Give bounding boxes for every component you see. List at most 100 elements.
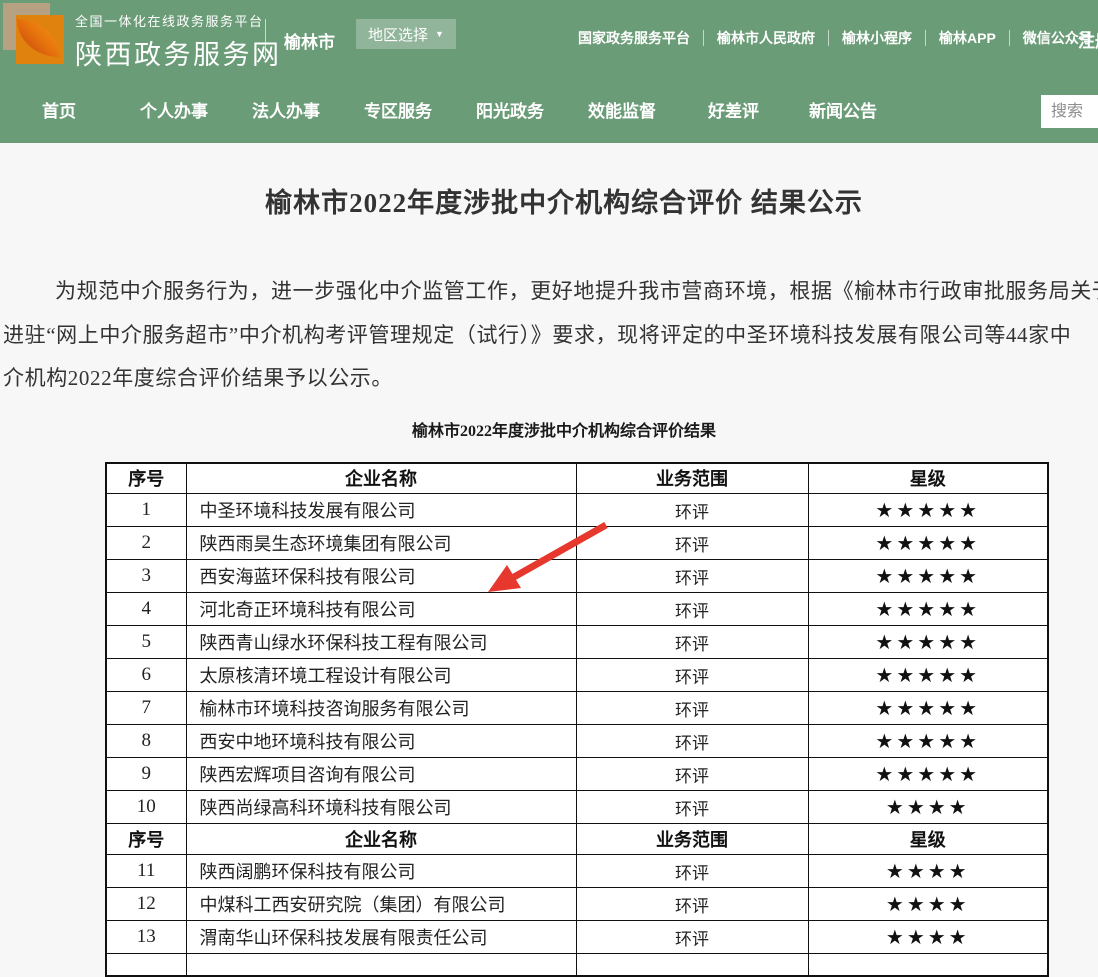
cell-company-name: 中圣环境科技发展有限公司	[186, 494, 576, 527]
evaluation-table: 序号 企业名称 业务范围 星级 1 中圣环境科技发展有限公司 环评 ★★★★★ …	[105, 462, 1049, 977]
cell-scope: 环评	[576, 560, 808, 593]
cell-no: 2	[106, 527, 186, 560]
table-row: 10 陕西尚绿高科环境科技有限公司 环评 ★★★★	[106, 791, 1048, 824]
paragraph-line: 为规范中介服务行为，进一步强化中介监管工作，更好地提升我市营商环境，根据《榆林市…	[3, 270, 1098, 314]
paragraph-line: 进驻“网上中介服务超市”中介机构考评管理规定（试行）》要求，现将评定的中圣环境科…	[3, 314, 1098, 358]
column-header-stars: 星级	[808, 463, 1048, 494]
column-header-no: 序号	[106, 824, 186, 855]
link-separator	[828, 30, 829, 46]
column-header-scope: 业务范围	[576, 463, 808, 494]
cell-star-rating: ★★★★★	[808, 593, 1048, 626]
cell-star-rating: ★★★★★	[808, 626, 1048, 659]
cell-company-name: 河北奇正环境科技有限公司	[186, 593, 576, 626]
cell-scope: 环评	[576, 921, 808, 954]
link-yulin-government[interactable]: 榆林市人民政府	[717, 28, 815, 48]
cell-star-rating: ★★★★	[808, 888, 1048, 921]
table-row: 5 陕西青山绿水环保科技工程有限公司 环评 ★★★★★	[106, 626, 1048, 659]
table-row: 6 太原核清环境工程设计有限公司 环评 ★★★★★	[106, 659, 1048, 692]
table-row: 9 陕西宏辉项目咨询有限公司 环评 ★★★★★	[106, 758, 1048, 791]
nav-item-zone-services[interactable]: 专区服务	[364, 97, 432, 122]
page: { "colors": { "header_green": "#6b9c78",…	[0, 0, 1098, 947]
header-links: 国家政务服务平台 榆林市人民政府 榆林小程序 榆林APP 微信公众号	[578, 0, 1093, 75]
region-selector-label: 地区选择	[368, 24, 428, 45]
register-link[interactable]: 注册	[1078, 27, 1098, 52]
column-header-name: 企业名称	[186, 824, 576, 855]
cell-star-rating: ★★★★★	[808, 659, 1048, 692]
paragraph-line: 介机构2022年度综合评价结果予以公示。	[3, 357, 1098, 401]
cell-company-name: 陕西阔鹏环保科技有限公司	[186, 855, 576, 888]
cell-scope: 环评	[576, 527, 808, 560]
page-title: 榆林市2022年度涉批中介机构综合评价 结果公示	[0, 181, 1098, 220]
table-row: 12 中煤科工西安研究院（集团）有限公司 环评 ★★★★	[106, 888, 1048, 921]
header-divider	[265, 19, 266, 57]
cell-scope: 环评	[576, 888, 808, 921]
cell-no: 5	[106, 626, 186, 659]
table-row: 3 西安海蓝环保科技有限公司 环评 ★★★★★	[106, 560, 1048, 593]
link-separator	[703, 30, 704, 46]
table-row: 2 陕西雨昊生态环境集团有限公司 环评 ★★★★★	[106, 527, 1048, 560]
table-row: 8 西安中地环境科技有限公司 环评 ★★★★★	[106, 725, 1048, 758]
chevron-down-icon: ▼	[435, 29, 444, 39]
nav-item-home[interactable]: 首页	[42, 97, 76, 122]
table-caption: 榆林市2022年度涉批中介机构综合评价结果	[0, 417, 1098, 441]
link-national-platform[interactable]: 国家政务服务平台	[578, 28, 690, 48]
site-header: 全国一体化在线政务服务平台 陕西政务服务网 榆林市 地区选择 ▼ 国家政务服务平…	[0, 0, 1098, 75]
cell-no: 6	[106, 659, 186, 692]
main-nav: 首页 个人办事 法人办事 专区服务 阳光政务 效能监督 好差评 新闻公告	[0, 75, 1098, 143]
site-logo[interactable]	[3, 3, 65, 65]
cell-star-rating: ★★★★	[808, 855, 1048, 888]
nav-item-legal-services[interactable]: 法人办事	[252, 97, 320, 122]
column-header-no: 序号	[106, 463, 186, 494]
table-row: 11 陕西阔鹏环保科技有限公司 环评 ★★★★	[106, 855, 1048, 888]
cell-no: 4	[106, 593, 186, 626]
cell-company-name: 中煤科工西安研究院（集团）有限公司	[186, 888, 576, 921]
cell-no: 12	[106, 888, 186, 921]
announcement-paragraph: 为规范中介服务行为，进一步强化中介监管工作，更好地提升我市营商环境，根据《榆林市…	[0, 270, 1098, 401]
cell-scope: 环评	[576, 494, 808, 527]
cell-no: 9	[106, 758, 186, 791]
nav-item-efficiency-supervision[interactable]: 效能监督	[588, 97, 656, 122]
cell-star-rating: ★★★★★	[808, 692, 1048, 725]
cell-scope: 环评	[576, 791, 808, 824]
table-row: 7 榆林市环境科技咨询服务有限公司 环评 ★★★★★	[106, 692, 1048, 725]
table-row: 4 河北奇正环境科技有限公司 环评 ★★★★★	[106, 593, 1048, 626]
cell-star-rating: ★★★★★	[808, 494, 1048, 527]
cell-no: 7	[106, 692, 186, 725]
link-yulin-app[interactable]: 榆林APP	[939, 28, 996, 48]
platform-name: 全国一体化在线政务服务平台	[75, 11, 282, 30]
cell-company-name: 陕西宏辉项目咨询有限公司	[186, 758, 576, 791]
cell-scope: 环评	[576, 593, 808, 626]
nav-item-open-government[interactable]: 阳光政务	[476, 97, 544, 122]
table-row: 13 渭南华山环保科技发展有限责任公司 环评 ★★★★	[106, 921, 1048, 954]
search-input[interactable]	[1041, 95, 1098, 128]
region-selector-button[interactable]: 地区选择 ▼	[356, 19, 456, 49]
logo-orange-square	[16, 15, 64, 64]
table-row: 1 中圣环境科技发展有限公司 环评 ★★★★★	[106, 494, 1048, 527]
cell-star-rating: ★★★★★	[808, 758, 1048, 791]
cell-no: 11	[106, 855, 186, 888]
cell-company-name: 西安中地环境科技有限公司	[186, 725, 576, 758]
cell-star-rating: ★★★★★	[808, 560, 1048, 593]
cell-scope: 环评	[576, 626, 808, 659]
link-yulin-miniprogram[interactable]: 榆林小程序	[842, 28, 912, 48]
cell-star-rating: ★★★★★	[808, 725, 1048, 758]
cell-company-name: 榆林市环境科技咨询服务有限公司	[186, 692, 576, 725]
table-row-clipped	[106, 954, 1048, 976]
cell-no: 3	[106, 560, 186, 593]
cell-star-rating: ★★★★	[808, 791, 1048, 824]
cell-no: 10	[106, 791, 186, 824]
link-separator	[925, 30, 926, 46]
cell-scope: 环评	[576, 725, 808, 758]
cell-company-name: 渭南华山环保科技发展有限责任公司	[186, 921, 576, 954]
cell-star-rating: ★★★★★	[808, 527, 1048, 560]
cell-company-name: 太原核清环境工程设计有限公司	[186, 659, 576, 692]
cell-scope: 环评	[576, 855, 808, 888]
current-city-label: 榆林市	[284, 28, 335, 53]
table-header-row: 序号 企业名称 业务范围 星级	[106, 463, 1048, 494]
nav-item-rating[interactable]: 好差评	[708, 97, 759, 122]
link-separator	[1009, 30, 1010, 46]
brand-block: 全国一体化在线政务服务平台 陕西政务服务网	[75, 11, 282, 72]
cell-star-rating: ★★★★	[808, 921, 1048, 954]
nav-item-personal-services[interactable]: 个人办事	[140, 97, 208, 122]
nav-item-news[interactable]: 新闻公告	[809, 97, 877, 122]
